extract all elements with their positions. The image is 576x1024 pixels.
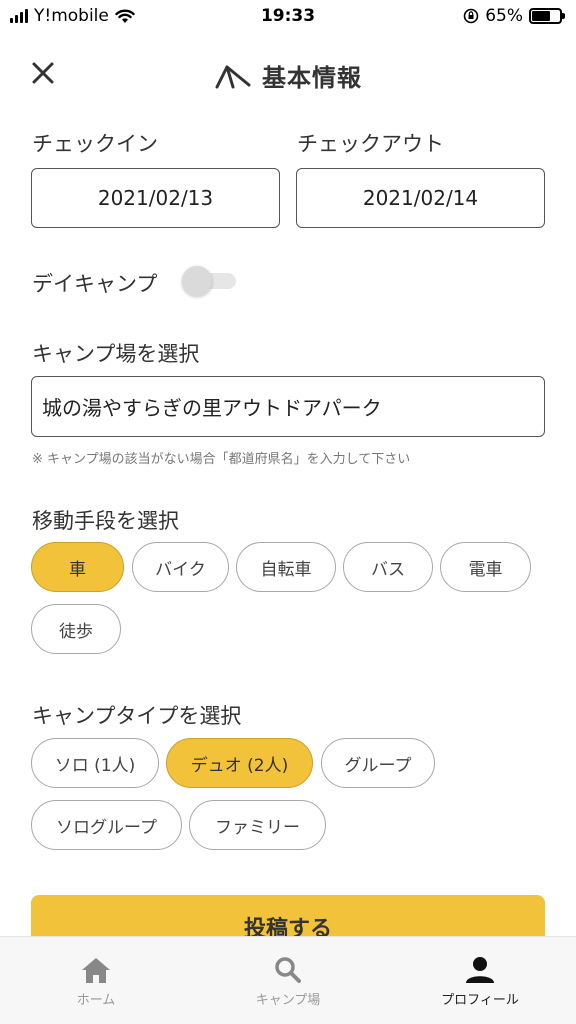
orientation-lock-icon: [463, 8, 479, 24]
person-icon: [466, 957, 494, 983]
status-right: 65%: [463, 6, 565, 26]
checkin-date-field[interactable]: 2021/02/13: [31, 168, 280, 228]
tab-home[interactable]: ホーム: [36, 955, 156, 1008]
campsite-note: ※ キャンプ場の該当がない場合「都道府県名」を入力して下さい: [32, 452, 411, 467]
toggle-knob: [182, 266, 212, 296]
transport-chip-car[interactable]: 車: [31, 542, 124, 592]
tab-profile[interactable]: プロフィール: [420, 955, 540, 1008]
tab-bar: ホーム キャンプ場 プロフィール: [0, 936, 576, 1024]
header: 基本情報: [0, 48, 576, 100]
status-bar: Y!mobile 19:33 65%: [0, 0, 576, 34]
transport-chip-bus[interactable]: バス: [343, 542, 433, 592]
checkout-label: チェックアウト: [297, 132, 444, 156]
camp-type-chip-solo[interactable]: ソロ (1人): [31, 738, 159, 788]
tab-campsite-label: キャンプ場: [255, 993, 321, 1008]
tab-campsite[interactable]: キャンプ場: [228, 955, 348, 1008]
tab-profile-label: プロフィール: [441, 993, 519, 1008]
battery-percent: 65%: [485, 6, 523, 26]
checkin-label: チェックイン: [32, 132, 158, 156]
tent-logo-icon: [215, 65, 251, 88]
campsite-input[interactable]: 城の湯やすらぎの里アウトドアパーク: [31, 376, 545, 437]
battery-fill: [532, 11, 550, 21]
checkout-date-field[interactable]: 2021/02/14: [296, 168, 545, 228]
day-camp-label: デイキャンプ: [32, 272, 158, 296]
search-icon: [275, 957, 301, 983]
camp-type-chip-group[interactable]: グループ: [321, 738, 435, 788]
transport-chip-bicycle[interactable]: 自転車: [236, 542, 336, 592]
day-camp-toggle[interactable]: [182, 266, 240, 296]
camp-type-chip-family[interactable]: ファミリー: [189, 800, 326, 850]
transport-chip-walk[interactable]: 徒歩: [31, 604, 121, 654]
camp-type-chip-solo-group[interactable]: ソログループ: [31, 800, 182, 850]
tab-home-label: ホーム: [76, 993, 116, 1008]
transport-label: 移動手段を選択: [32, 509, 179, 533]
page-title: 基本情報: [262, 64, 362, 92]
transport-chip-train[interactable]: 電車: [440, 542, 531, 592]
title-wrap: 基本情報: [0, 58, 576, 93]
battery-icon: [529, 8, 565, 24]
camp-type-label: キャンプタイプを選択: [32, 704, 242, 728]
transport-chip-bike[interactable]: バイク: [132, 542, 229, 592]
campsite-label: キャンプ場を選択: [32, 342, 200, 366]
home-icon: [82, 958, 110, 983]
camp-type-chip-duo[interactable]: デュオ (2人): [166, 738, 313, 788]
